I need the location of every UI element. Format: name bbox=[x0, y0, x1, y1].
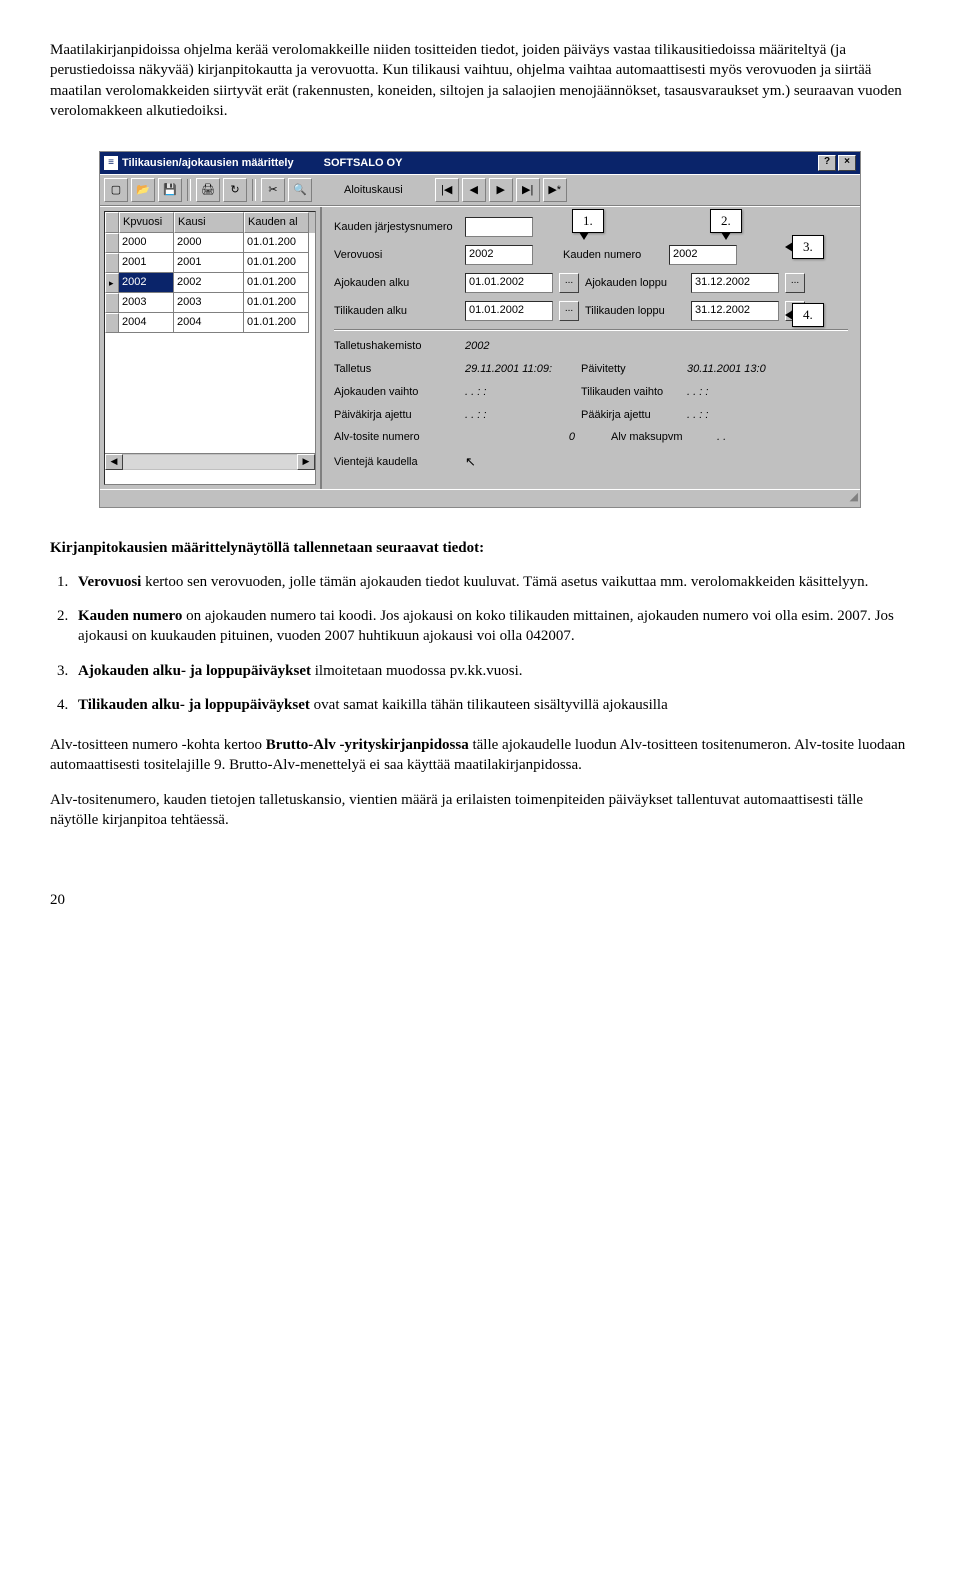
date-picker-button[interactable]: ... bbox=[559, 273, 579, 293]
date-picker-button[interactable]: ... bbox=[785, 273, 805, 293]
value-alv-tosite-numero: 0 bbox=[465, 430, 605, 445]
periods-grid[interactable]: Kpvuosi Kausi Kauden al 2000200001.01.20… bbox=[104, 211, 316, 485]
label-tilikauden-loppu: Tilikauden loppu bbox=[585, 304, 685, 319]
value-paivitetty: 30.11.2001 13:0 bbox=[687, 362, 766, 377]
titlebar: ≡ Tilikausien/ajokausien määrittely SOFT… bbox=[100, 152, 860, 174]
table-row[interactable]: 2004200401.01.200 bbox=[105, 313, 315, 333]
label-paivakirja-ajettu: Päiväkirja ajettu bbox=[334, 408, 459, 423]
label-vienteja-kaudella: Vientejä kaudella bbox=[334, 455, 459, 470]
paragraph-alv: Alv-tositteen numero -kohta kertoo Brutt… bbox=[50, 735, 910, 776]
help-button[interactable]: ? bbox=[818, 155, 836, 171]
col-kpvuosi[interactable]: Kpvuosi bbox=[119, 212, 174, 233]
close-button[interactable]: × bbox=[838, 155, 856, 171]
resize-grip-icon[interactable]: ◢ bbox=[100, 489, 860, 507]
value-ajokauden-vaihto: . . : : bbox=[465, 385, 575, 400]
label-ajokauden-loppu: Ajokauden loppu bbox=[585, 276, 685, 291]
value-talletus: 29.11.2001 11:09: bbox=[465, 362, 575, 377]
tool-save-icon[interactable]: 💾 bbox=[158, 178, 182, 202]
grid-scrollbar[interactable]: ◀▶ bbox=[105, 453, 315, 470]
input-jarjestysnumero[interactable] bbox=[465, 217, 533, 237]
cursor-icon: ↖ bbox=[465, 453, 476, 471]
list-item: Tilikauden alku- ja loppupäiväykset ovat… bbox=[72, 695, 910, 715]
value-paivakirja-ajettu: . . : : bbox=[465, 408, 575, 423]
tool-find-icon[interactable]: 🔍 bbox=[288, 178, 312, 202]
tool-cut-icon[interactable]: ✂ bbox=[261, 178, 285, 202]
aloituskausi-label: Aloituskausi bbox=[338, 183, 409, 198]
list-item: Verovuosi kertoo sen verovuoden, jolle t… bbox=[72, 572, 910, 592]
label-talletushakemisto: Talletushakemisto bbox=[334, 339, 459, 354]
label-jarjestysnumero: Kauden järjestysnumero bbox=[334, 220, 459, 235]
label-ajokauden-alku: Ajokauden alku bbox=[334, 276, 459, 291]
numbered-list: Verovuosi kertoo sen verovuoden, jolle t… bbox=[72, 572, 910, 715]
label-alv-tosite-numero: Alv-tosite numero bbox=[334, 430, 459, 445]
callout-4: 4. bbox=[792, 303, 824, 327]
app-icon: ≡ bbox=[104, 156, 118, 170]
toolbar: ▢ 📂 💾 🖨 ↻ ✂ 🔍 Aloituskausi |◀ ◀ ▶ ▶| ▶* bbox=[100, 174, 860, 206]
tool-refresh-icon[interactable]: ↻ bbox=[223, 178, 247, 202]
form-panel: 1. 2. 3. 4. Kauden järjestysnumero Verov… bbox=[320, 207, 860, 489]
tool-new-icon[interactable]: ▢ bbox=[104, 178, 128, 202]
label-paakirja-ajettu: Pääkirja ajettu bbox=[581, 408, 681, 423]
date-picker-button[interactable]: ... bbox=[559, 301, 579, 321]
table-row[interactable]: 2000200001.01.200 bbox=[105, 233, 315, 253]
value-alv-maksupvm: . . bbox=[717, 430, 726, 445]
label-alv-maksupvm: Alv maksupvm bbox=[611, 430, 711, 445]
input-kauden-numero[interactable]: 2002 bbox=[669, 245, 737, 265]
value-paakirja-ajettu: . . : : bbox=[687, 408, 708, 423]
input-tilikauden-alku[interactable]: 01.01.2002 bbox=[465, 301, 553, 321]
window-title: Tilikausien/ajokausien määrittely bbox=[122, 156, 294, 171]
label-ajokauden-vaihto: Ajokauden vaihto bbox=[334, 385, 459, 400]
list-item: Ajokauden alku- ja loppupäiväykset ilmoi… bbox=[72, 661, 910, 681]
intro-paragraph: Maatilakirjanpidoissa ohjelma kerää vero… bbox=[50, 40, 910, 121]
label-verovuosi: Verovuosi bbox=[334, 248, 459, 263]
tool-open-icon[interactable]: 📂 bbox=[131, 178, 155, 202]
label-kauden-numero: Kauden numero bbox=[563, 248, 663, 263]
company-name: SOFTSALO OY bbox=[324, 156, 403, 171]
table-row[interactable]: 2003200301.01.200 bbox=[105, 293, 315, 313]
table-row-selected[interactable]: 2002200201.01.200 bbox=[105, 273, 315, 294]
callout-1: 1. bbox=[572, 209, 604, 233]
section-heading: Kirjanpitokausien määrittelynäytöllä tal… bbox=[50, 538, 910, 558]
page-number: 20 bbox=[50, 890, 910, 910]
label-talletus: Talletus bbox=[334, 362, 459, 377]
tool-print-icon[interactable]: 🖨 bbox=[196, 178, 220, 202]
nav-first-button[interactable]: |◀ bbox=[435, 178, 459, 202]
label-tilikauden-vaihto: Tilikauden vaihto bbox=[581, 385, 681, 400]
input-ajokauden-alku[interactable]: 01.01.2002 bbox=[465, 273, 553, 293]
nav-last-button[interactable]: ▶| bbox=[516, 178, 540, 202]
table-row[interactable]: 2001200101.01.200 bbox=[105, 253, 315, 273]
input-verovuosi[interactable]: 2002 bbox=[465, 245, 533, 265]
nav-next-button[interactable]: ▶ bbox=[489, 178, 513, 202]
label-paivitetty: Päivitetty bbox=[581, 362, 681, 377]
input-tilikauden-loppu[interactable]: 31.12.2002 bbox=[691, 301, 779, 321]
nav-new-button[interactable]: ▶* bbox=[543, 178, 567, 202]
col-kaudenal[interactable]: Kauden al bbox=[244, 212, 309, 233]
nav-prev-button[interactable]: ◀ bbox=[462, 178, 486, 202]
paragraph-auto-save: Alv-tositenumero, kauden tietojen tallet… bbox=[50, 790, 910, 831]
callout-2: 2. bbox=[710, 209, 742, 233]
input-ajokauden-loppu[interactable]: 31.12.2002 bbox=[691, 273, 779, 293]
list-item: Kauden numero on ajokauden numero tai ko… bbox=[72, 606, 910, 647]
label-tilikauden-alku: Tilikauden alku bbox=[334, 304, 459, 319]
col-kausi[interactable]: Kausi bbox=[174, 212, 244, 233]
callout-3: 3. bbox=[792, 235, 824, 259]
value-talletushakemisto: 2002 bbox=[465, 339, 489, 354]
value-tilikauden-vaihto: . . : : bbox=[687, 385, 708, 400]
app-window: ≡ Tilikausien/ajokausien määrittely SOFT… bbox=[99, 151, 861, 508]
